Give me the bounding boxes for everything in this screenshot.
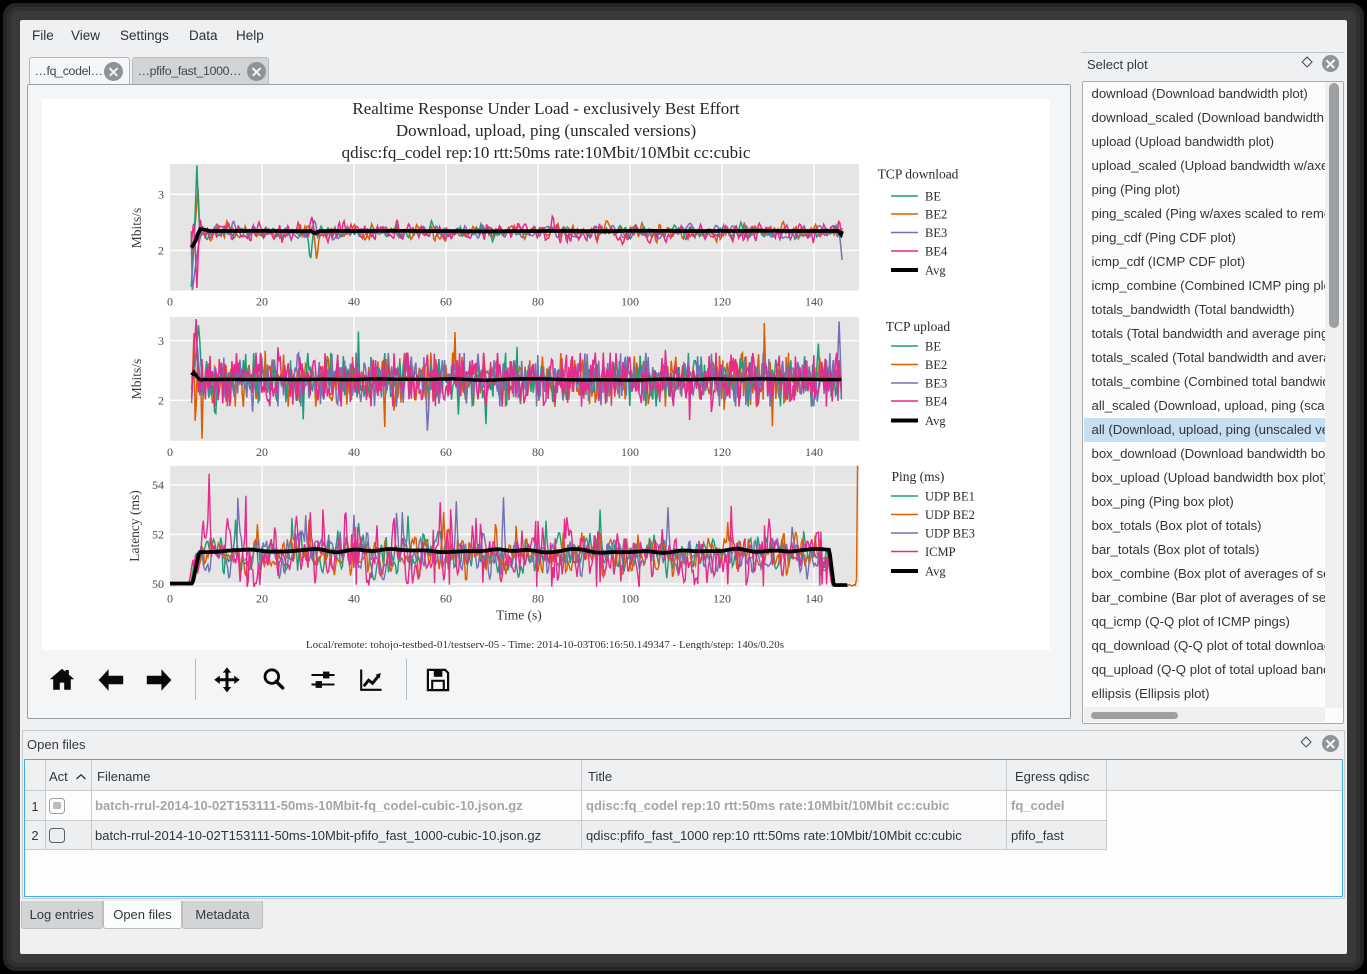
svg-text:Download, upload, ping (unscal: Download, upload, ping (unscaled version… (395, 121, 695, 140)
svg-text:80: 80 (532, 445, 544, 459)
svg-text:0: 0 (167, 445, 173, 459)
svg-text:Avg: Avg (925, 414, 946, 428)
svg-text:TCP upload: TCP upload (885, 319, 950, 334)
svg-text:120: 120 (713, 295, 731, 309)
svg-text:0: 0 (167, 592, 173, 606)
svg-text:BE4: BE4 (925, 394, 948, 408)
svg-text:Time (s): Time (s) (496, 608, 542, 623)
svg-text:40: 40 (348, 592, 360, 606)
svg-text:52: 52 (152, 528, 164, 542)
svg-text:BE4: BE4 (925, 244, 948, 258)
svg-text:Ping (ms): Ping (ms) (891, 469, 944, 484)
svg-text:100: 100 (621, 295, 639, 309)
svg-text:Avg: Avg (925, 564, 946, 578)
svg-text:3: 3 (158, 188, 164, 202)
svg-text:120: 120 (713, 445, 731, 459)
svg-text:140: 140 (805, 295, 823, 309)
svg-text:BE2: BE2 (925, 207, 947, 221)
svg-text:60: 60 (440, 445, 452, 459)
svg-text:UDP BE1: UDP BE1 (925, 489, 975, 503)
svg-text:40: 40 (348, 445, 360, 459)
svg-text:54: 54 (152, 478, 164, 492)
svg-text:80: 80 (532, 295, 544, 309)
svg-text:20: 20 (256, 445, 268, 459)
svg-text:BE: BE (925, 189, 941, 203)
svg-text:60: 60 (440, 295, 452, 309)
svg-text:Realtime Response Under Load -: Realtime Response Under Load - exclusive… (352, 99, 740, 118)
svg-text:140: 140 (805, 592, 823, 606)
svg-text:2: 2 (158, 394, 164, 408)
svg-text:20: 20 (256, 295, 268, 309)
svg-text:Mbits/s: Mbits/s (129, 359, 144, 400)
svg-text:100: 100 (621, 592, 639, 606)
svg-text:Latency (ms): Latency (ms) (127, 490, 142, 562)
svg-text:0: 0 (167, 295, 173, 309)
svg-text:qdisc:fq_codel rep:10 rtt:50ms: qdisc:fq_codel rep:10 rtt:50ms rate:10Mb… (341, 143, 750, 162)
svg-text:Avg: Avg (925, 263, 946, 277)
svg-text:ICMP: ICMP (925, 545, 956, 559)
svg-text:BE: BE (925, 339, 941, 353)
svg-text:Local/remote: tohojo-testbed-0: Local/remote: tohojo-testbed-01/testserv… (305, 639, 783, 650)
svg-text:40: 40 (348, 295, 360, 309)
svg-text:60: 60 (440, 592, 452, 606)
svg-text:120: 120 (713, 592, 731, 606)
svg-text:TCP download: TCP download (877, 167, 958, 182)
svg-text:UDP BE2: UDP BE2 (925, 508, 975, 522)
svg-text:UDP BE3: UDP BE3 (925, 526, 975, 540)
svg-text:3: 3 (158, 334, 164, 348)
svg-text:80: 80 (532, 592, 544, 606)
svg-text:20: 20 (256, 592, 268, 606)
svg-text:140: 140 (805, 445, 823, 459)
svg-text:100: 100 (621, 445, 639, 459)
svg-text:BE3: BE3 (925, 226, 947, 240)
svg-text:2: 2 (158, 244, 164, 258)
svg-text:50: 50 (152, 577, 164, 591)
svg-text:Mbits/s: Mbits/s (129, 208, 144, 249)
svg-text:BE3: BE3 (925, 376, 947, 390)
svg-text:BE2: BE2 (925, 358, 947, 372)
